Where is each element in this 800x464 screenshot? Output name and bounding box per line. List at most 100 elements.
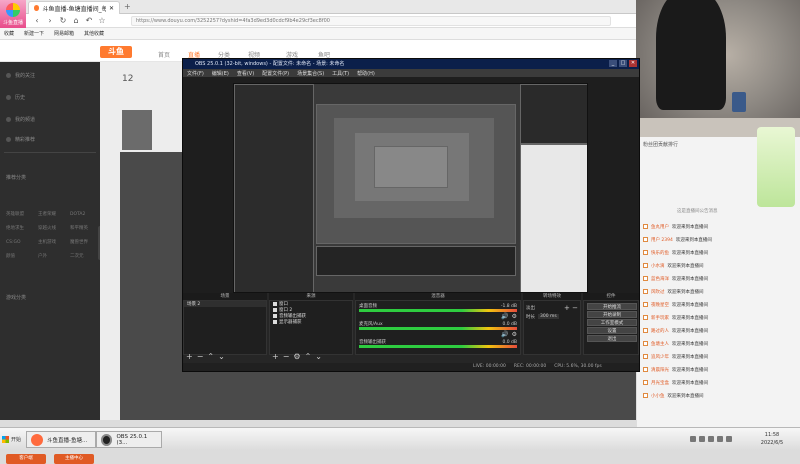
- browser-logo[interactable]: 斗鱼直播: [0, 0, 26, 28]
- new-tab-button[interactable]: +: [124, 2, 131, 11]
- category-link[interactable]: 主机游戏: [38, 236, 70, 249]
- chat-username[interactable]: 新手玩家: [651, 315, 669, 321]
- tab-douyu[interactable]: 斗鱼直播-鱼塘直播间_每个人的直播平台 ✕: [28, 1, 120, 14]
- menu-file[interactable]: 文件(F): [187, 70, 204, 77]
- obs-preview[interactable]: [183, 77, 639, 293]
- menu-help[interactable]: 帮助(H): [357, 70, 375, 77]
- start-recording-button[interactable]: 开始录制: [587, 311, 637, 318]
- remove-icon[interactable]: −: [283, 352, 290, 361]
- gear-icon[interactable]: ⚙: [293, 352, 300, 361]
- chat-username[interactable]: 月光宝盒: [651, 380, 669, 386]
- chat-username[interactable]: 用户 2394: [651, 237, 673, 243]
- move-up-icon[interactable]: ⌃: [305, 352, 312, 361]
- visibility-icon[interactable]: [273, 314, 277, 318]
- preview-sidebar: [234, 84, 314, 292]
- settings-button[interactable]: 设置: [587, 327, 637, 334]
- chat-username[interactable]: 鱼丸用户: [651, 224, 669, 230]
- category-link[interactable]: 颜值: [6, 250, 38, 263]
- clock[interactable]: 11:58 2022/6/5: [750, 431, 794, 447]
- menu-view[interactable]: 查看(V): [237, 70, 254, 77]
- category-link[interactable]: 绝地求生: [6, 222, 38, 235]
- taskbar-item-browser[interactable]: 斗鱼直播-鱼塘...: [26, 431, 96, 448]
- douyu-logo[interactable]: 斗鱼: [100, 46, 132, 58]
- chat-username[interactable]: 追风少年: [651, 354, 669, 360]
- speaker-icon[interactable]: 🔊: [501, 331, 508, 338]
- menu-scene-collection[interactable]: 场景集合(S): [297, 70, 324, 77]
- bookmark-item[interactable]: 其他收藏: [84, 30, 104, 37]
- refresh-icon[interactable]: ↻: [58, 16, 68, 26]
- sidebar-item-channel[interactable]: 我的频道: [6, 116, 35, 123]
- room-thumbnail[interactable]: [122, 110, 152, 150]
- taskbar-item-obs[interactable]: OBS 25.0.1 (3...: [96, 431, 162, 448]
- menu-tools[interactable]: 工具(T): [332, 70, 349, 77]
- bookmark-item[interactable]: 收藏: [4, 30, 14, 37]
- studio-mode-button[interactable]: 工作室模式: [587, 319, 637, 326]
- chat-username[interactable]: 清晨阳光: [651, 367, 669, 373]
- chat-message: 夜晚星空 欢迎来到本直播间: [643, 299, 793, 310]
- chat-username[interactable]: 夜晚星空: [651, 302, 669, 308]
- client-download-button[interactable]: 客户端: [6, 454, 46, 464]
- chat-username[interactable]: 鱼塘主人: [651, 341, 669, 347]
- start-streaming-button[interactable]: 开始推流: [587, 303, 637, 310]
- category-link[interactable]: DOTA2: [70, 208, 102, 221]
- sidebar-item-recommend[interactable]: 精彩推荐: [6, 136, 35, 143]
- chat-username[interactable]: 蓝色海洋: [651, 276, 669, 282]
- move-up-icon[interactable]: ⌃: [207, 352, 214, 361]
- menu-edit[interactable]: 编辑(E): [212, 70, 229, 77]
- gear-icon[interactable]: ⚙: [512, 313, 517, 320]
- category-link[interactable]: 穿越火线: [38, 222, 70, 235]
- visibility-icon[interactable]: [273, 302, 277, 306]
- network-icon[interactable]: [699, 436, 705, 442]
- transition-add-remove[interactable]: + −: [564, 304, 578, 312]
- add-icon[interactable]: +: [186, 352, 193, 361]
- nav-home[interactable]: 首页: [158, 50, 170, 59]
- address-bar[interactable]: https://www.douyu.com/3252257?dyshid=4fa…: [131, 16, 611, 26]
- duration-input[interactable]: 300 ms: [538, 314, 559, 319]
- forward-icon[interactable]: ›: [45, 16, 55, 26]
- category-link[interactable]: CS:GO: [6, 236, 38, 249]
- transition-select[interactable]: 淡出: [526, 305, 535, 311]
- visibility-icon[interactable]: [273, 308, 277, 312]
- start-button[interactable]: 开始: [2, 433, 22, 446]
- tab-close-icon[interactable]: ✕: [109, 5, 114, 12]
- chat-username[interactable]: 快乐的鱼: [651, 250, 669, 256]
- gear-icon[interactable]: ⚙: [512, 331, 517, 338]
- chat-username[interactable]: 小小鱼: [651, 393, 665, 399]
- exit-button[interactable]: 退出: [587, 335, 637, 342]
- visibility-icon[interactable]: [273, 320, 277, 324]
- sidebar-item-follow[interactable]: 我的关注: [6, 72, 35, 79]
- heart-icon: [6, 73, 11, 78]
- add-icon[interactable]: +: [272, 352, 279, 361]
- back-icon[interactable]: ‹: [32, 16, 42, 26]
- chat-text: 欢迎来到本直播间: [667, 263, 704, 269]
- move-down-icon[interactable]: ⌄: [218, 352, 225, 361]
- bookmark-item[interactable]: 新建一下: [24, 30, 44, 37]
- star-icon[interactable]: ☆: [97, 16, 107, 26]
- category-link[interactable]: 户外: [38, 250, 70, 263]
- source-item[interactable]: 显示器捕获: [270, 319, 352, 325]
- volume-icon[interactable]: [708, 436, 714, 442]
- chat-username[interactable]: 风吹过: [651, 289, 665, 295]
- undo-icon[interactable]: ↶: [84, 16, 94, 26]
- promo-banner[interactable]: [757, 127, 795, 207]
- input-method-icon[interactable]: [726, 436, 732, 442]
- move-down-icon[interactable]: ⌄: [315, 352, 322, 361]
- category-link[interactable]: 英雄联盟: [6, 208, 38, 221]
- remove-icon[interactable]: −: [197, 352, 204, 361]
- bookmark-item[interactable]: 网易邮箱: [54, 30, 74, 37]
- minimize-icon[interactable]: _: [609, 60, 617, 67]
- category-link[interactable]: 王者荣耀: [38, 208, 70, 221]
- sidebar-item-history[interactable]: 历史: [6, 94, 25, 101]
- obs-title-bar[interactable]: OBS 25.0.1 (32-bit, windows) - 配置文件: 未命名…: [183, 59, 639, 69]
- chat-username[interactable]: 小水滴: [651, 263, 665, 269]
- battery-icon[interactable]: [717, 436, 723, 442]
- scene-item[interactable]: 场景 2: [184, 301, 266, 307]
- chat-username[interactable]: 路过的人: [651, 328, 669, 334]
- tray-icon[interactable]: [690, 436, 696, 442]
- maximize-icon[interactable]: □: [619, 60, 627, 67]
- home-icon[interactable]: ⌂: [71, 16, 81, 26]
- streamer-center-button[interactable]: 主播中心: [54, 454, 94, 464]
- close-icon[interactable]: ✕: [629, 60, 637, 67]
- menu-profile[interactable]: 配置文件(P): [262, 70, 289, 77]
- speaker-icon[interactable]: 🔊: [501, 313, 508, 320]
